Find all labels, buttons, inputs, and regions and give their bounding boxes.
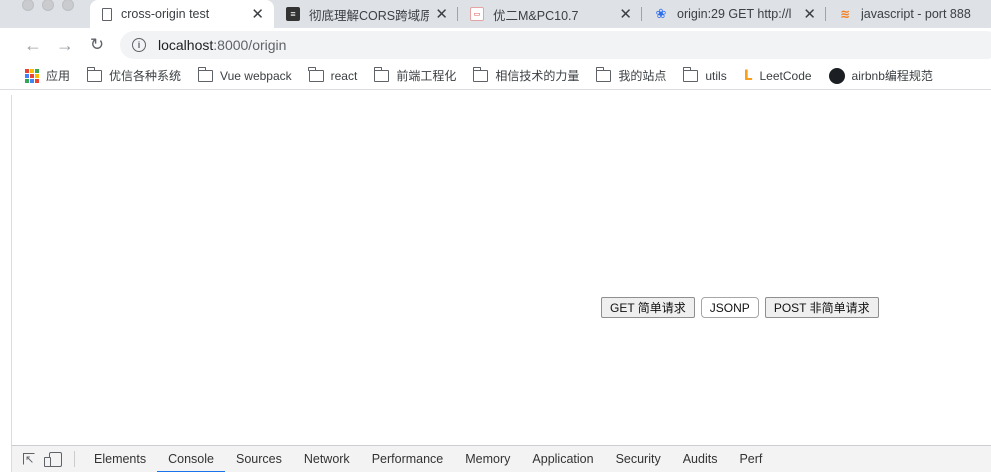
devtools-tab-audits[interactable]: Audits [672, 446, 729, 472]
url-text: localhost:8000/origin [158, 37, 286, 53]
baidu-paw-icon: ❀ [655, 6, 667, 21]
bookmark-label: 我的站点 [618, 69, 667, 83]
juejin-icon: ≡ [286, 7, 300, 21]
tab-title: 彻底理解CORS跨域原 [309, 8, 430, 23]
tab-cross-origin-test[interactable]: cross-origin test ✕ [90, 0, 274, 28]
bookmark-folder-react[interactable]: react [308, 66, 358, 83]
tab-title: cross-origin test [121, 7, 210, 21]
browser-window: cross-origin test ✕ ≡ 彻底理解CORS跨域原 ✕ ▭ 优二… [0, 0, 991, 472]
request-buttons: GET 简单请求 JSONP POST 非简单请求 [601, 297, 879, 318]
page-viewport: GET 简单请求 JSONP POST 非简单请求 [11, 95, 991, 445]
bookmark-folder-utils[interactable]: utils [682, 66, 727, 83]
tab-title: origin:29 GET http://l [677, 7, 792, 21]
back-button[interactable]: ← [17, 29, 49, 61]
device-icon [43, 451, 62, 467]
bookmark-folder-frontend-engineering[interactable]: 前端工程化 [373, 66, 457, 84]
reload-icon: ↻ [89, 35, 105, 54]
devtools-tab-application[interactable]: Application [521, 446, 604, 472]
jsonp-button[interactable]: JSONP [700, 297, 759, 318]
devtools-tab-security[interactable]: Security [605, 446, 672, 472]
devtools-tab-console[interactable]: Console [157, 446, 225, 472]
devtools-panel: Elements Console Sources Network Perform… [11, 445, 991, 472]
tab-title: javascript - port 888 [861, 7, 971, 21]
arrow-left-icon: ← [24, 34, 42, 55]
devtools-tab-perf[interactable]: Perf [728, 446, 773, 472]
bookmark-folder-tech-power[interactable]: 相信技术的力量 [472, 66, 580, 84]
maximize-window-button[interactable] [62, 0, 74, 11]
devtools-tab-network[interactable]: Network [293, 446, 361, 472]
close-icon[interactable]: ✕ [251, 5, 264, 23]
reload-button[interactable]: ↻ [81, 29, 113, 61]
url-path: :8000/origin [213, 37, 287, 53]
folder-icon [682, 66, 699, 82]
bookmark-folder-youxin[interactable]: 优信各种系统 [86, 66, 182, 84]
folder-icon [308, 66, 324, 82]
close-window-button[interactable] [22, 0, 34, 11]
info-icon[interactable]: i [132, 38, 146, 52]
folder-icon [595, 66, 612, 82]
folder-icon [197, 66, 214, 82]
web-icon: ▭ [470, 7, 484, 21]
bookmark-label: 优信各种系统 [109, 69, 182, 83]
device-toolbar-button[interactable] [42, 446, 68, 472]
tab-cors-article[interactable]: ≡ 彻底理解CORS跨域原 ✕ [274, 0, 458, 28]
bookmark-label: 相信技术的力量 [495, 69, 580, 83]
inspect-icon [23, 453, 35, 466]
address-bar[interactable]: i localhost:8000/origin [120, 31, 991, 59]
leetcode-icon: ᒪ [743, 67, 753, 83]
browser-toolbar: ← → ↻ i localhost:8000/origin [0, 28, 991, 62]
tab-origin-get[interactable]: ❀ origin:29 GET http://l ✕ [642, 0, 826, 28]
bookmark-leetcode[interactable]: ᒪ LeetCode [744, 67, 812, 84]
devtools-tab-elements[interactable]: Elements [83, 446, 157, 472]
tab-javascript-port[interactable]: ≋ javascript - port 888 [826, 0, 991, 28]
devtools-tab-sources[interactable]: Sources [225, 446, 293, 472]
minimize-window-button[interactable] [42, 0, 54, 11]
bookmarks-bar: 应用 优信各种系统 Vue webpack react 前端工程化 相信技术的力… [0, 62, 991, 90]
bookmark-label: 应用 [46, 69, 71, 83]
folder-icon [472, 66, 489, 82]
bookmark-folder-vue-webpack[interactable]: Vue webpack [197, 66, 292, 83]
tab-youer-mpc[interactable]: ▭ 优二M&PC10.7 ✕ [458, 0, 642, 28]
bookmark-apps[interactable]: 应用 [25, 67, 70, 84]
document-icon [102, 7, 112, 21]
post-non-simple-request-button[interactable]: POST 非简单请求 [764, 297, 879, 318]
forward-button[interactable]: → [49, 29, 81, 61]
close-icon[interactable]: ✕ [435, 5, 448, 23]
bookmark-label: utils [705, 68, 727, 83]
github-icon [828, 67, 845, 84]
bookmark-label: Vue webpack [220, 68, 292, 83]
apps-icon [25, 68, 39, 83]
get-simple-request-button[interactable]: GET 简单请求 [601, 297, 695, 318]
folder-icon [373, 66, 390, 82]
window-controls [0, 0, 74, 14]
devtools-tab-memory[interactable]: Memory [454, 446, 521, 472]
bookmark-folder-my-sites[interactable]: 我的站点 [595, 66, 667, 84]
tab-strip: cross-origin test ✕ ≡ 彻底理解CORS跨域原 ✕ ▭ 优二… [0, 0, 991, 28]
inspect-element-button[interactable] [16, 446, 42, 472]
devtools-tab-performance[interactable]: Performance [361, 446, 455, 472]
tab-title: 优二M&PC10.7 [493, 8, 579, 23]
url-host: localhost [158, 37, 214, 53]
bookmark-airbnb[interactable]: airbnb编程规范 [828, 67, 933, 84]
close-icon[interactable]: ✕ [803, 5, 816, 23]
close-icon[interactable]: ✕ [619, 5, 632, 23]
stackoverflow-icon: ≋ [839, 7, 851, 21]
bookmark-label: 前端工程化 [396, 69, 457, 83]
folder-icon [86, 66, 103, 82]
bookmark-label: LeetCode [759, 68, 812, 83]
bookmark-label: airbnb编程规范 [851, 69, 933, 83]
arrow-right-icon: → [56, 34, 74, 55]
bookmark-label: react [330, 68, 358, 83]
toolbar-divider [74, 451, 75, 467]
